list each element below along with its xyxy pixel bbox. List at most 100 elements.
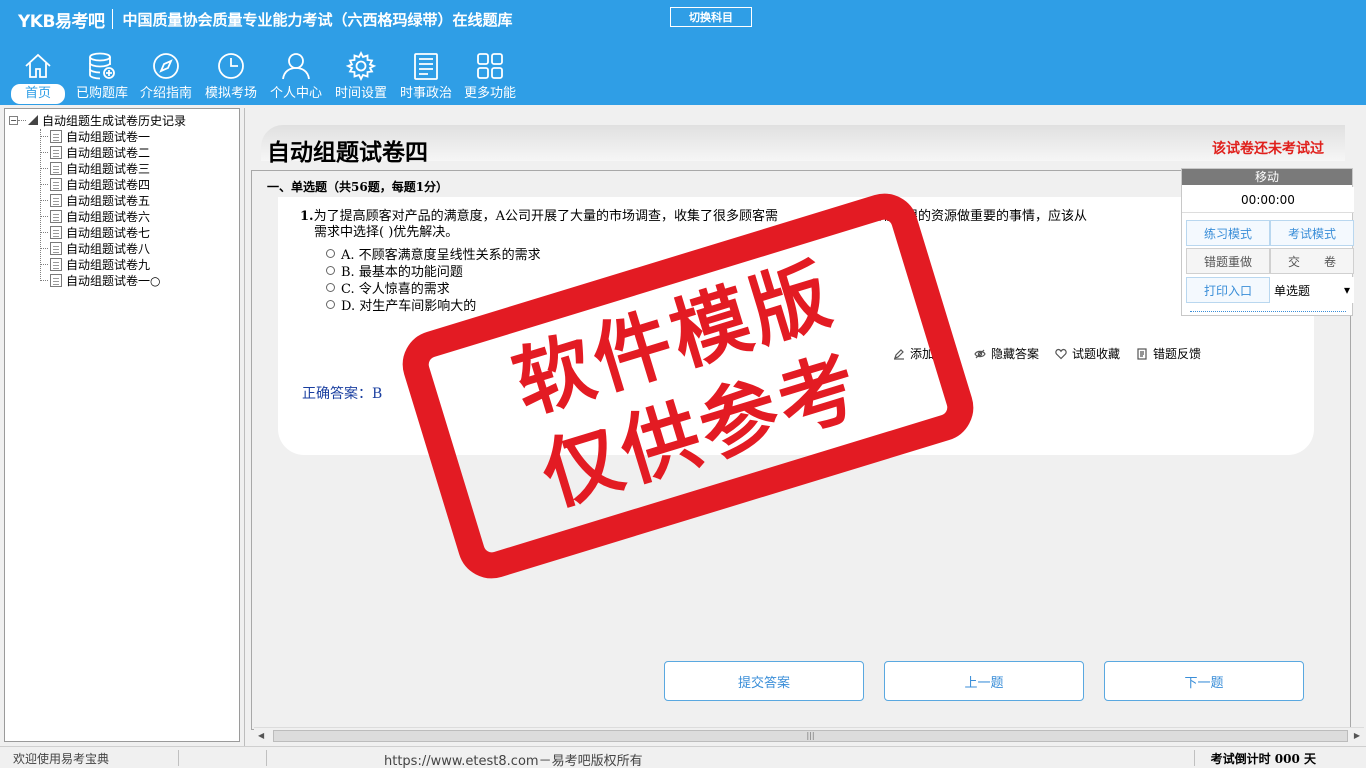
scrollbar-thumb[interactable]: |||: [273, 730, 1348, 742]
dropdown-arrow-icon[interactable]: ▾: [1344, 283, 1350, 297]
option-d[interactable]: D. 对生产车间影响大的: [326, 295, 476, 314]
tree-item[interactable]: 自动组题试卷五: [40, 192, 150, 208]
question-tools: 添加笔记 隐藏答案 试题收藏 错题反馈: [893, 345, 1217, 362]
document-icon: [50, 129, 62, 143]
section-heading: 一、单选题（共56题，每题1分）: [267, 180, 449, 194]
radio-button[interactable]: [326, 300, 335, 309]
copyright-text: https://www.etest8.com－易考吧版权所有: [384, 754, 643, 768]
exam-countdown: 考试倒计时 000 天: [1210, 752, 1316, 766]
folder-icon: [28, 115, 38, 125]
panel-move-handle[interactable]: 移动: [1182, 169, 1352, 185]
tree-root[interactable]: − 自动组题生成试卷历史记录: [9, 112, 186, 128]
collapse-icon[interactable]: −: [9, 115, 18, 125]
app-title: 中国质量协会质量专业能力考试（六西格玛绿带）在线题库: [122, 10, 513, 29]
document-icon: [50, 273, 62, 287]
question-line1-tail: 能够利用有限的资源做重要的事情，应该从: [839, 209, 1087, 224]
welcome-text: 欢迎使用易考宝典: [13, 752, 110, 766]
brand-divider: [112, 9, 114, 29]
switch-subject-button[interactable]: 切换科目: [670, 7, 752, 27]
document-icon: [50, 161, 62, 175]
scroll-right-icon[interactable]: ▶: [1354, 731, 1360, 740]
panel-divider: [1190, 311, 1346, 312]
practice-mode-button[interactable]: 练习模式: [1186, 220, 1270, 246]
tree-item[interactable]: 自动组题试卷六: [40, 208, 150, 224]
nav-label: 个人中心: [269, 86, 322, 101]
tree-item[interactable]: 自动组题试卷七: [40, 224, 150, 240]
report-icon: [1137, 347, 1147, 360]
tree-item[interactable]: 自动组题试卷一: [40, 128, 150, 144]
nav-mock-exam[interactable]: 模拟考场: [198, 46, 264, 104]
nav-purchased[interactable]: 已购题库: [70, 46, 134, 104]
compass-icon: [153, 53, 179, 79]
nav-more[interactable]: 更多功能: [458, 46, 522, 104]
add-note-button[interactable]: 添加笔记: [893, 345, 958, 362]
question-card: 1.为了提高顾客对产品的满意度，A公司开展了大量的市场调查，收集了很多顾客需 能够…: [278, 197, 1314, 455]
hide-answer-button[interactable]: 隐藏答案: [974, 345, 1039, 362]
heart-icon: [1055, 348, 1067, 359]
user-icon: [282, 53, 310, 80]
document-icon: [50, 209, 62, 223]
document-search-icon: [50, 177, 62, 191]
app-logo: YKB易考吧: [18, 11, 105, 32]
question-stem: 1.为了提高顾客对产品的满意度，A公司开展了大量的市场调查，收集了很多顾客需 能够…: [300, 209, 1200, 241]
gear-icon: [345, 50, 377, 82]
timer-display: 00:00:00: [1182, 187, 1354, 213]
nav-current-affairs[interactable]: 时事政治: [394, 46, 458, 104]
submit-answer-button[interactable]: 提交答案: [664, 661, 864, 701]
question-line2: 需求中选择( )优先解决。: [314, 225, 459, 240]
favorite-button[interactable]: 试题收藏: [1055, 345, 1120, 362]
exam-mode-button[interactable]: 考试模式: [1270, 220, 1354, 246]
next-question-button[interactable]: 下一题: [1104, 661, 1304, 701]
nav-label: 更多功能: [463, 86, 516, 101]
nav-label: 时事政治: [399, 86, 452, 101]
nav-home[interactable]: 首页: [6, 46, 70, 104]
exam-control-panel: 移动 00:00:00 练习模式 考试模式 错题重做 交 卷 打印入口 单选题 …: [1181, 168, 1354, 316]
grid-icon: [477, 53, 503, 79]
scroll-left-icon[interactable]: ◀: [258, 731, 264, 740]
tree-item[interactable]: 自动组题试卷三: [40, 160, 150, 176]
nav-guide[interactable]: 介绍指南: [134, 46, 198, 104]
redo-wrong-button[interactable]: 错题重做: [1186, 248, 1270, 274]
radio-button[interactable]: [326, 249, 335, 258]
document-icon: [50, 225, 62, 239]
brand: YKB易考吧 中国质量协会质量专业能力考试（六西格玛绿带）在线题库: [18, 7, 513, 32]
home-icon: [25, 53, 51, 78]
document-icon: [50, 193, 62, 207]
tree-item[interactable]: 自动组题试卷二: [40, 144, 150, 160]
document-icon: [50, 241, 62, 255]
eye-icon: [974, 349, 986, 358]
document-icon: [50, 145, 62, 159]
app-header: YKB易考吧 中国质量协会质量专业能力考试（六西格玛绿带）在线题库 切换科目 首…: [0, 0, 1366, 105]
feedback-button[interactable]: 错题反馈: [1136, 345, 1201, 362]
tree-item[interactable]: 自动组题试卷八: [40, 240, 150, 256]
paper-title: 自动组题试卷四: [267, 140, 428, 166]
clock-icon: [218, 53, 244, 79]
database-icon: [89, 52, 115, 80]
horizontal-scrollbar[interactable]: ◀ ||| ▶: [254, 727, 1364, 744]
question-type-value: 单选题: [1274, 283, 1311, 298]
tree-item[interactable]: 自动组题试卷一○: [40, 272, 160, 288]
correct-answer: 正确答案：B: [302, 386, 383, 402]
nav-time-settings[interactable]: 时间设置: [328, 46, 394, 104]
nav-label: 模拟考场: [204, 86, 257, 101]
pencil-icon: [894, 348, 904, 360]
nav-label: 已购题库: [75, 86, 128, 101]
status-bar: 欢迎使用易考宝典 https://www.etest8.com－易考吧版权所有 …: [0, 746, 1366, 768]
question-type-select[interactable]: 单选题 ▾: [1270, 277, 1354, 303]
hand-in-button[interactable]: 交 卷: [1270, 248, 1354, 274]
question-line1: 为了提高顾客对产品的满意度，A公司开展了大量的市场调查，收集了很多顾客需: [313, 209, 778, 224]
paper-tree: − 自动组题生成试卷历史记录 自动组题试卷一 自动组题试卷二 自动组题试卷三 自…: [4, 108, 240, 742]
tree-root-label: 自动组题生成试卷历史记录: [42, 113, 187, 128]
radio-button[interactable]: [326, 266, 335, 275]
print-button[interactable]: 打印入口: [1186, 277, 1270, 303]
nav-label: 首页: [10, 84, 65, 104]
tree-item-selected[interactable]: 自动组题试卷四: [40, 176, 150, 192]
nav-profile[interactable]: 个人中心: [264, 46, 328, 104]
document-icon: [50, 257, 62, 271]
prev-question-button[interactable]: 上一题: [884, 661, 1084, 701]
paper-status: 该试卷还未考试过: [1212, 141, 1324, 157]
tree-item[interactable]: 自动组题试卷九: [40, 256, 150, 272]
news-icon: [414, 53, 438, 80]
question-number: 1.: [300, 209, 314, 224]
radio-button[interactable]: [326, 283, 335, 292]
